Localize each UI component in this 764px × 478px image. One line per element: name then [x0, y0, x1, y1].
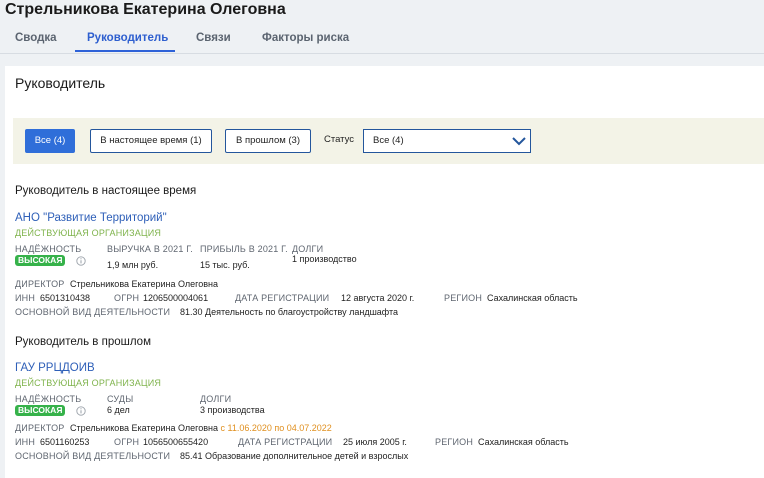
person-name: Стрельникова Екатерина Олеговна — [5, 1, 286, 18]
filter-past-button[interactable]: В прошлом (3) — [225, 129, 311, 153]
status-select-value: Все (4) — [373, 135, 404, 146]
reliability-badge: ВЫСОКАЯ — [15, 405, 66, 416]
reliability-badge: ВЫСОКАЯ — [15, 255, 66, 266]
profit-label: ПРИБЫЛЬ В 2021 Г. — [200, 244, 288, 254]
section-title: Руководитель — [15, 75, 106, 91]
region-value: Сахалинская область — [487, 293, 578, 303]
director-value: Стрельникова Екатерина Олеговна с 11.06.… — [70, 423, 332, 433]
page-header: Стрельникова Екатерина Олеговна Сводка Р… — [0, 0, 764, 54]
tab-manager[interactable]: Руководитель — [87, 32, 168, 44]
region-value: Сахалинская область — [478, 437, 569, 447]
debts-label: ДОЛГИ — [200, 394, 232, 404]
director-name: Стрельникова Екатерина Олеговна — [70, 423, 218, 433]
director-label: ДИРЕКТОР — [15, 423, 65, 433]
profit-value: 15 тыс. руб. — [200, 260, 250, 270]
region-label: РЕГИОН — [435, 437, 474, 447]
courts-value: 6 дел — [107, 405, 130, 415]
reg-date-label: ДАТА РЕГИСТРАЦИИ — [238, 437, 333, 447]
org-name-link[interactable]: ГАУ РРЦДОИВ — [15, 362, 95, 374]
region-label: РЕГИОН — [444, 293, 483, 303]
courts-label: СУДЫ — [107, 394, 134, 404]
activity-value: 81.30 Деятельность по благоустройству ла… — [180, 307, 399, 317]
status-label: Статус — [324, 134, 355, 145]
filter-bar: Все (4) В настоящее время (1) В прошлом … — [13, 118, 764, 164]
org-name-link[interactable]: АНО "Развитие Территорий" — [15, 212, 167, 224]
tab-bar: Сводка Руководитель Связи Факторы риска — [0, 30, 764, 54]
tab-connections[interactable]: Связи — [196, 32, 231, 44]
director-label: ДИРЕКТОР — [15, 279, 65, 289]
reg-date-value: 25 июля 2005 г. — [343, 437, 407, 447]
activity-value: 85.41 Образование дополнительное детей и… — [180, 451, 409, 461]
ogrn-value: 1056500655420 — [143, 437, 209, 447]
reliability-label: НАДЁЖНОСТЬ — [15, 244, 82, 254]
info-icon[interactable] — [76, 256, 86, 266]
tab-summary[interactable]: Сводка — [15, 32, 57, 44]
past-section-title: Руководитель в прошлом — [15, 336, 151, 348]
debts-value: 1 производство — [292, 254, 357, 264]
org-status: ДЕЙСТВУЮЩАЯ ОРГАНИЗАЦИЯ — [15, 378, 162, 388]
debts-value: 3 производства — [200, 405, 265, 415]
revenue-label: ВЫРУЧКА В 2021 Г. — [107, 244, 193, 254]
debts-label: ДОЛГИ — [292, 244, 324, 254]
director-period: с 11.06.2020 по 04.07.2022 — [220, 423, 332, 433]
reg-date-value: 12 августа 2020 г. — [341, 293, 415, 303]
director-value: Стрельникова Екатерина Олеговна — [70, 279, 218, 289]
revenue-value: 1,9 млн руб. — [107, 260, 159, 270]
filter-all-button[interactable]: Все (4) — [25, 129, 75, 153]
activity-label: ОСНОВНОЙ ВИД ДЕЯТЕЛЬНОСТИ — [15, 307, 171, 317]
inn-value: 6501160253 — [40, 437, 90, 447]
ogrn-label: ОГРН — [114, 437, 140, 447]
active-tab-indicator — [75, 50, 175, 52]
inn-value: 6501310438 — [40, 293, 91, 303]
org-status: ДЕЙСТВУЮЩАЯ ОРГАНИЗАЦИЯ — [15, 228, 162, 238]
tab-risk-factors[interactable]: Факторы риска — [262, 32, 349, 44]
filter-now-button[interactable]: В настоящее время (1) — [90, 129, 212, 153]
chevron-down-icon — [512, 137, 526, 146]
info-icon[interactable] — [76, 406, 86, 416]
reg-date-label: ДАТА РЕГИСТРАЦИИ — [235, 293, 330, 303]
current-section-title: Руководитель в настоящее время — [15, 185, 197, 197]
inn-label: ИНН — [15, 437, 36, 447]
ogrn-label: ОГРН — [114, 293, 140, 303]
inn-label: ИНН — [15, 293, 36, 303]
content-card: Руководитель Все (4) В настоящее время (… — [5, 66, 764, 478]
status-select[interactable]: Все (4) — [363, 129, 531, 153]
reliability-label: НАДЁЖНОСТЬ — [15, 394, 82, 404]
activity-label: ОСНОВНОЙ ВИД ДЕЯТЕЛЬНОСТИ — [15, 451, 171, 461]
ogrn-value: 1206500004061 — [143, 293, 209, 303]
